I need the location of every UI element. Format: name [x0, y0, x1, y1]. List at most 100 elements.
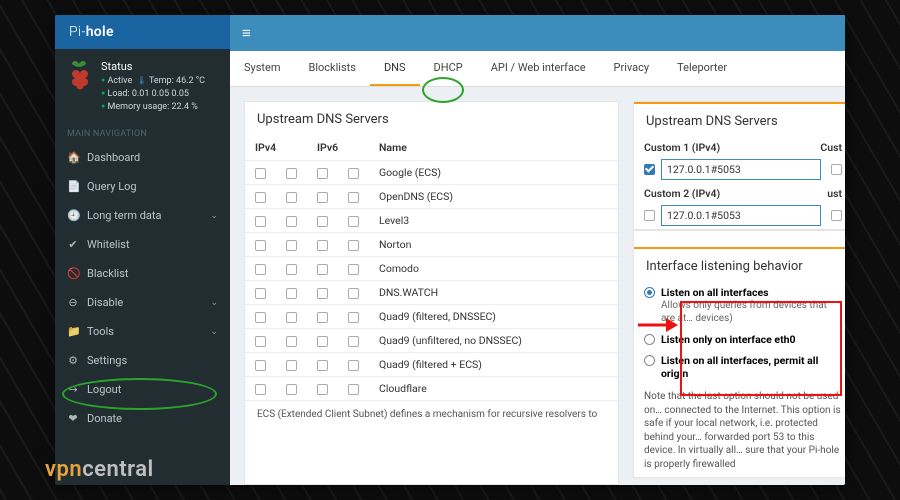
radio-icon[interactable] [644, 334, 655, 345]
tab-teleporter[interactable]: Teleporter [663, 51, 741, 86]
dns-checkbox[interactable] [286, 312, 297, 323]
sidebar-item-blacklist[interactable]: 🚫 Blacklist [55, 259, 230, 288]
status-block: Status ● Active 🌡 Temp: 46.2 °C ● Load: … [55, 49, 230, 121]
nav-label: Long term data [87, 209, 161, 222]
dns-checkbox[interactable] [286, 264, 297, 275]
dns-checkbox[interactable] [317, 240, 328, 251]
sidebar: Pi-hole Status ● Active 🌡 Temp: 46.2 °C … [55, 15, 230, 485]
sidebar-item-whitelist[interactable]: ✔Whitelist [55, 230, 230, 259]
sidebar-item-settings[interactable]: ⚙ Settings [55, 346, 230, 375]
dns-checkbox[interactable] [255, 264, 266, 275]
custom-input[interactable] [661, 205, 821, 226]
sidebar-item-query-log[interactable]: 📄Query Log [55, 172, 230, 201]
dns-checkbox[interactable] [317, 192, 328, 203]
dns-name: DNS.WATCH [369, 281, 618, 305]
nav-icon: 🚫 [67, 267, 79, 280]
dns-checkbox[interactable] [317, 336, 328, 347]
tab-blocklists[interactable]: Blocklists [295, 51, 370, 86]
radio-icon[interactable] [644, 287, 655, 298]
sidebar-item-dashboard[interactable]: 🏠Dashboard [55, 143, 230, 172]
dns-checkbox[interactable] [317, 360, 328, 371]
dns-checkbox[interactable] [317, 216, 328, 227]
dns-checkbox[interactable] [255, 168, 266, 179]
dns-checkbox[interactable] [286, 336, 297, 347]
dns-checkbox[interactable] [317, 264, 328, 275]
dns-checkbox[interactable] [286, 216, 297, 227]
dns-checkbox[interactable] [348, 360, 359, 371]
nav-icon: ↪ [67, 383, 79, 396]
nav-icon: ⚙ [67, 354, 79, 367]
nav-label: Donate [87, 412, 122, 425]
topbar: ≡ [230, 15, 845, 51]
panel-title: Upstream DNS Servers [634, 102, 845, 137]
dns-name: Norton [369, 233, 618, 257]
dns-checkbox[interactable] [255, 312, 266, 323]
dns-checkbox[interactable] [255, 240, 266, 251]
hamburger-icon[interactable]: ≡ [242, 24, 251, 42]
chevron-down-icon: ⌄ [210, 211, 218, 221]
dns-checkbox[interactable] [317, 288, 328, 299]
dns-name: Comodo [369, 257, 618, 281]
dns-checkbox[interactable] [317, 168, 328, 179]
option-desc: Allows only queries from devices that ar… [661, 299, 842, 325]
dns-checkbox[interactable] [286, 360, 297, 371]
sidebar-item-tools[interactable]: 📁Tools⌄ [55, 317, 230, 346]
dns-checkbox[interactable] [348, 384, 359, 395]
sidebar-item-logout[interactable]: ↪Logout [55, 375, 230, 404]
interface-panel: Interface listening behavior Listen on a… [633, 230, 845, 478]
tab-system[interactable]: System [230, 51, 295, 86]
dns-checkbox[interactable] [348, 312, 359, 323]
interface-option[interactable]: Listen on all interfacesAllows only quer… [634, 282, 845, 329]
dns-checkbox[interactable] [348, 288, 359, 299]
dns-checkbox[interactable] [348, 240, 359, 251]
dns-checkbox[interactable] [348, 192, 359, 203]
custom-checkbox[interactable] [644, 210, 655, 221]
custom-checkbox[interactable] [644, 164, 655, 175]
chevron-down-icon: ⌄ [210, 298, 218, 308]
dns-checkbox[interactable] [286, 192, 297, 203]
dns-checkbox[interactable] [317, 312, 328, 323]
custom-checkbox[interactable] [831, 164, 842, 175]
dns-checkbox[interactable] [286, 384, 297, 395]
tab-api-web-interface[interactable]: API / Web interface [477, 51, 600, 86]
brand: Pi-hole [55, 15, 230, 49]
dns-checkbox[interactable] [255, 216, 266, 227]
dns-row: Quad9 (filtered + ECS) [245, 353, 618, 377]
dns-checkbox[interactable] [255, 288, 266, 299]
tab-privacy[interactable]: Privacy [600, 51, 664, 86]
dns-checkbox[interactable] [348, 168, 359, 179]
custom-checkbox[interactable] [831, 210, 842, 221]
option-label: Listen on all interfaces, permit all ori… [661, 354, 818, 380]
nav-label: Blacklist [87, 267, 128, 280]
nav-label: Whitelist [87, 238, 130, 251]
dns-checkbox[interactable] [255, 192, 266, 203]
custom-label: Custom 1 (IPv4)Cust [634, 137, 845, 156]
dns-checkbox[interactable] [255, 360, 266, 371]
sidebar-item-disable[interactable]: ⊖Disable⌄ [55, 288, 230, 317]
col-ipv6: IPv6 [307, 135, 369, 161]
nav-icon: 📄 [67, 180, 79, 193]
status-title: Status [101, 59, 205, 74]
dns-checkbox[interactable] [348, 216, 359, 227]
sidebar-nav: 🏠Dashboard📄Query Log 🕘 Long term data ⌄ ✔Whi… [55, 143, 230, 433]
interface-option[interactable]: Listen on all interfaces, permit all ori… [634, 350, 845, 384]
nav-icon: 🕘 [67, 209, 79, 222]
dns-checkbox[interactable] [286, 168, 297, 179]
dns-checkbox[interactable] [348, 264, 359, 275]
radio-icon[interactable] [644, 355, 655, 366]
sidebar-item-long-term-data[interactable]: 🕘 Long term data ⌄ [55, 201, 230, 230]
main-area: ≡ SystemBlocklistsDNSDHCPAPI / Web inter… [230, 15, 845, 485]
dns-checkbox[interactable] [286, 240, 297, 251]
sidebar-item-donate[interactable]: ❤Donate [55, 404, 230, 433]
interface-option[interactable]: Listen only on interface eth0 [634, 329, 845, 350]
panel-title: Upstream DNS Servers [245, 102, 618, 135]
dns-checkbox[interactable] [317, 384, 328, 395]
dns-checkbox[interactable] [286, 288, 297, 299]
tab-dns[interactable]: DNS [370, 51, 420, 86]
tab-dhcp[interactable]: DHCP [420, 51, 477, 86]
nav-label: Settings [87, 354, 127, 367]
dns-checkbox[interactable] [348, 336, 359, 347]
custom-input[interactable] [661, 159, 821, 180]
dns-checkbox[interactable] [255, 384, 266, 395]
dns-checkbox[interactable] [255, 336, 266, 347]
